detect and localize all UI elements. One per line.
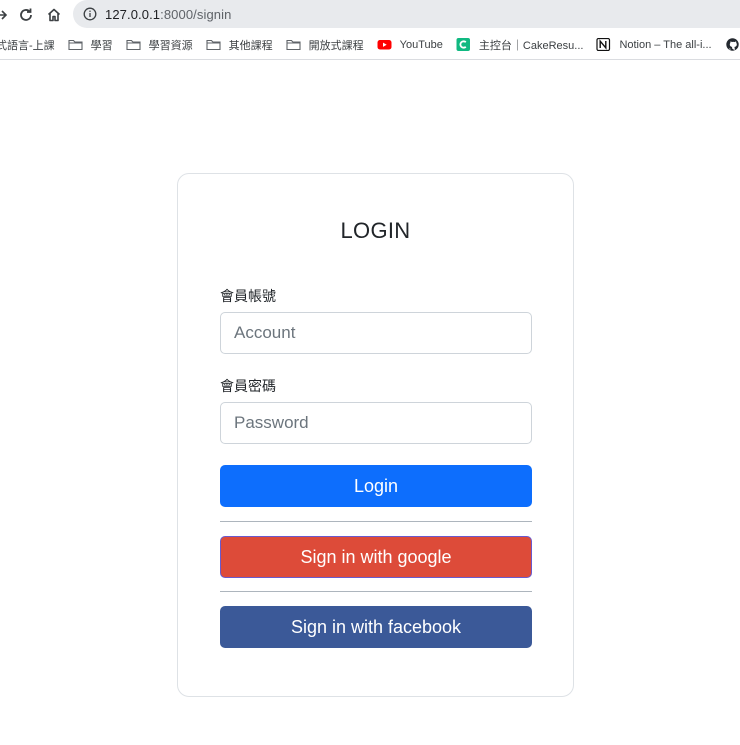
bookmark-label: 學習 bbox=[90, 39, 113, 52]
bookmark-notion[interactable]: Notion – The all-i... bbox=[596, 38, 712, 51]
password-label: 會員密碼 bbox=[220, 378, 276, 394]
bookmark-cakeresume[interactable]: 主控台｜CakeResu... bbox=[456, 37, 584, 53]
login-card: LOGIN 會員帳號 會員密碼 Login Sign in with googl… bbox=[177, 173, 574, 697]
home-icon[interactable] bbox=[44, 5, 64, 25]
bookmark-folder[interactable]: 開放式課程 bbox=[286, 37, 364, 53]
bookmark-github[interactable]: myg bbox=[725, 38, 740, 51]
browser-toolbar: 127.0.0.1:8000/signin bbox=[0, 0, 740, 30]
bookmark-folder[interactable]: 學習資源 bbox=[126, 37, 193, 53]
bookmark-youtube[interactable]: YouTube bbox=[377, 38, 443, 51]
bookmark-label: 主控台｜CakeResu... bbox=[478, 39, 584, 52]
login-title: LOGIN bbox=[340, 218, 411, 243]
github-icon bbox=[725, 38, 739, 51]
notion-icon bbox=[596, 38, 611, 51]
reload-icon[interactable] bbox=[16, 5, 36, 25]
bookmark-label: 學習資源 bbox=[148, 39, 193, 52]
youtube-icon bbox=[377, 40, 392, 50]
bookmark-folder[interactable]: 其他課程 bbox=[206, 37, 273, 53]
bookmark-folder[interactable]: 學習 bbox=[68, 37, 113, 53]
folder-icon bbox=[68, 39, 83, 51]
bookmark-label: 其他課程 bbox=[228, 39, 273, 52]
bookmark-label: 開放式課程 bbox=[308, 39, 364, 52]
folder-icon bbox=[206, 39, 221, 51]
forward-icon[interactable] bbox=[0, 5, 11, 25]
folder-icon bbox=[126, 39, 141, 51]
url-text[interactable]: 127.0.0.1:8000/signin bbox=[105, 7, 231, 22]
site-info-icon[interactable] bbox=[83, 7, 97, 21]
google-signin-button[interactable]: Sign in with google bbox=[220, 536, 532, 578]
bookmark-label: Notion – The all-i... bbox=[619, 38, 712, 51]
login-button[interactable]: Login bbox=[220, 465, 532, 507]
folder-icon bbox=[286, 39, 301, 51]
facebook-signin-button[interactable]: Sign in with facebook bbox=[220, 606, 532, 648]
bookmark-label: 式語言-上課 bbox=[0, 39, 55, 52]
account-input[interactable] bbox=[220, 312, 532, 354]
password-input[interactable] bbox=[220, 402, 532, 444]
bookmark-label: YouTube bbox=[399, 38, 443, 51]
divider bbox=[220, 521, 532, 522]
address-bar[interactable]: 127.0.0.1:8000/signin bbox=[73, 0, 740, 28]
cakeresume-icon bbox=[456, 38, 470, 51]
account-label: 會員帳號 bbox=[220, 288, 276, 304]
url-path: :8000/signin bbox=[160, 6, 232, 22]
divider bbox=[220, 591, 532, 592]
bookmarks-bar: 式語言-上課 學習 學習資源 其他課程 開放式課程 YouTube 主控台｜Ca… bbox=[0, 30, 740, 60]
bookmark-item[interactable]: 式語言-上課 bbox=[0, 37, 55, 53]
url-host: 127.0.0.1 bbox=[105, 6, 161, 22]
